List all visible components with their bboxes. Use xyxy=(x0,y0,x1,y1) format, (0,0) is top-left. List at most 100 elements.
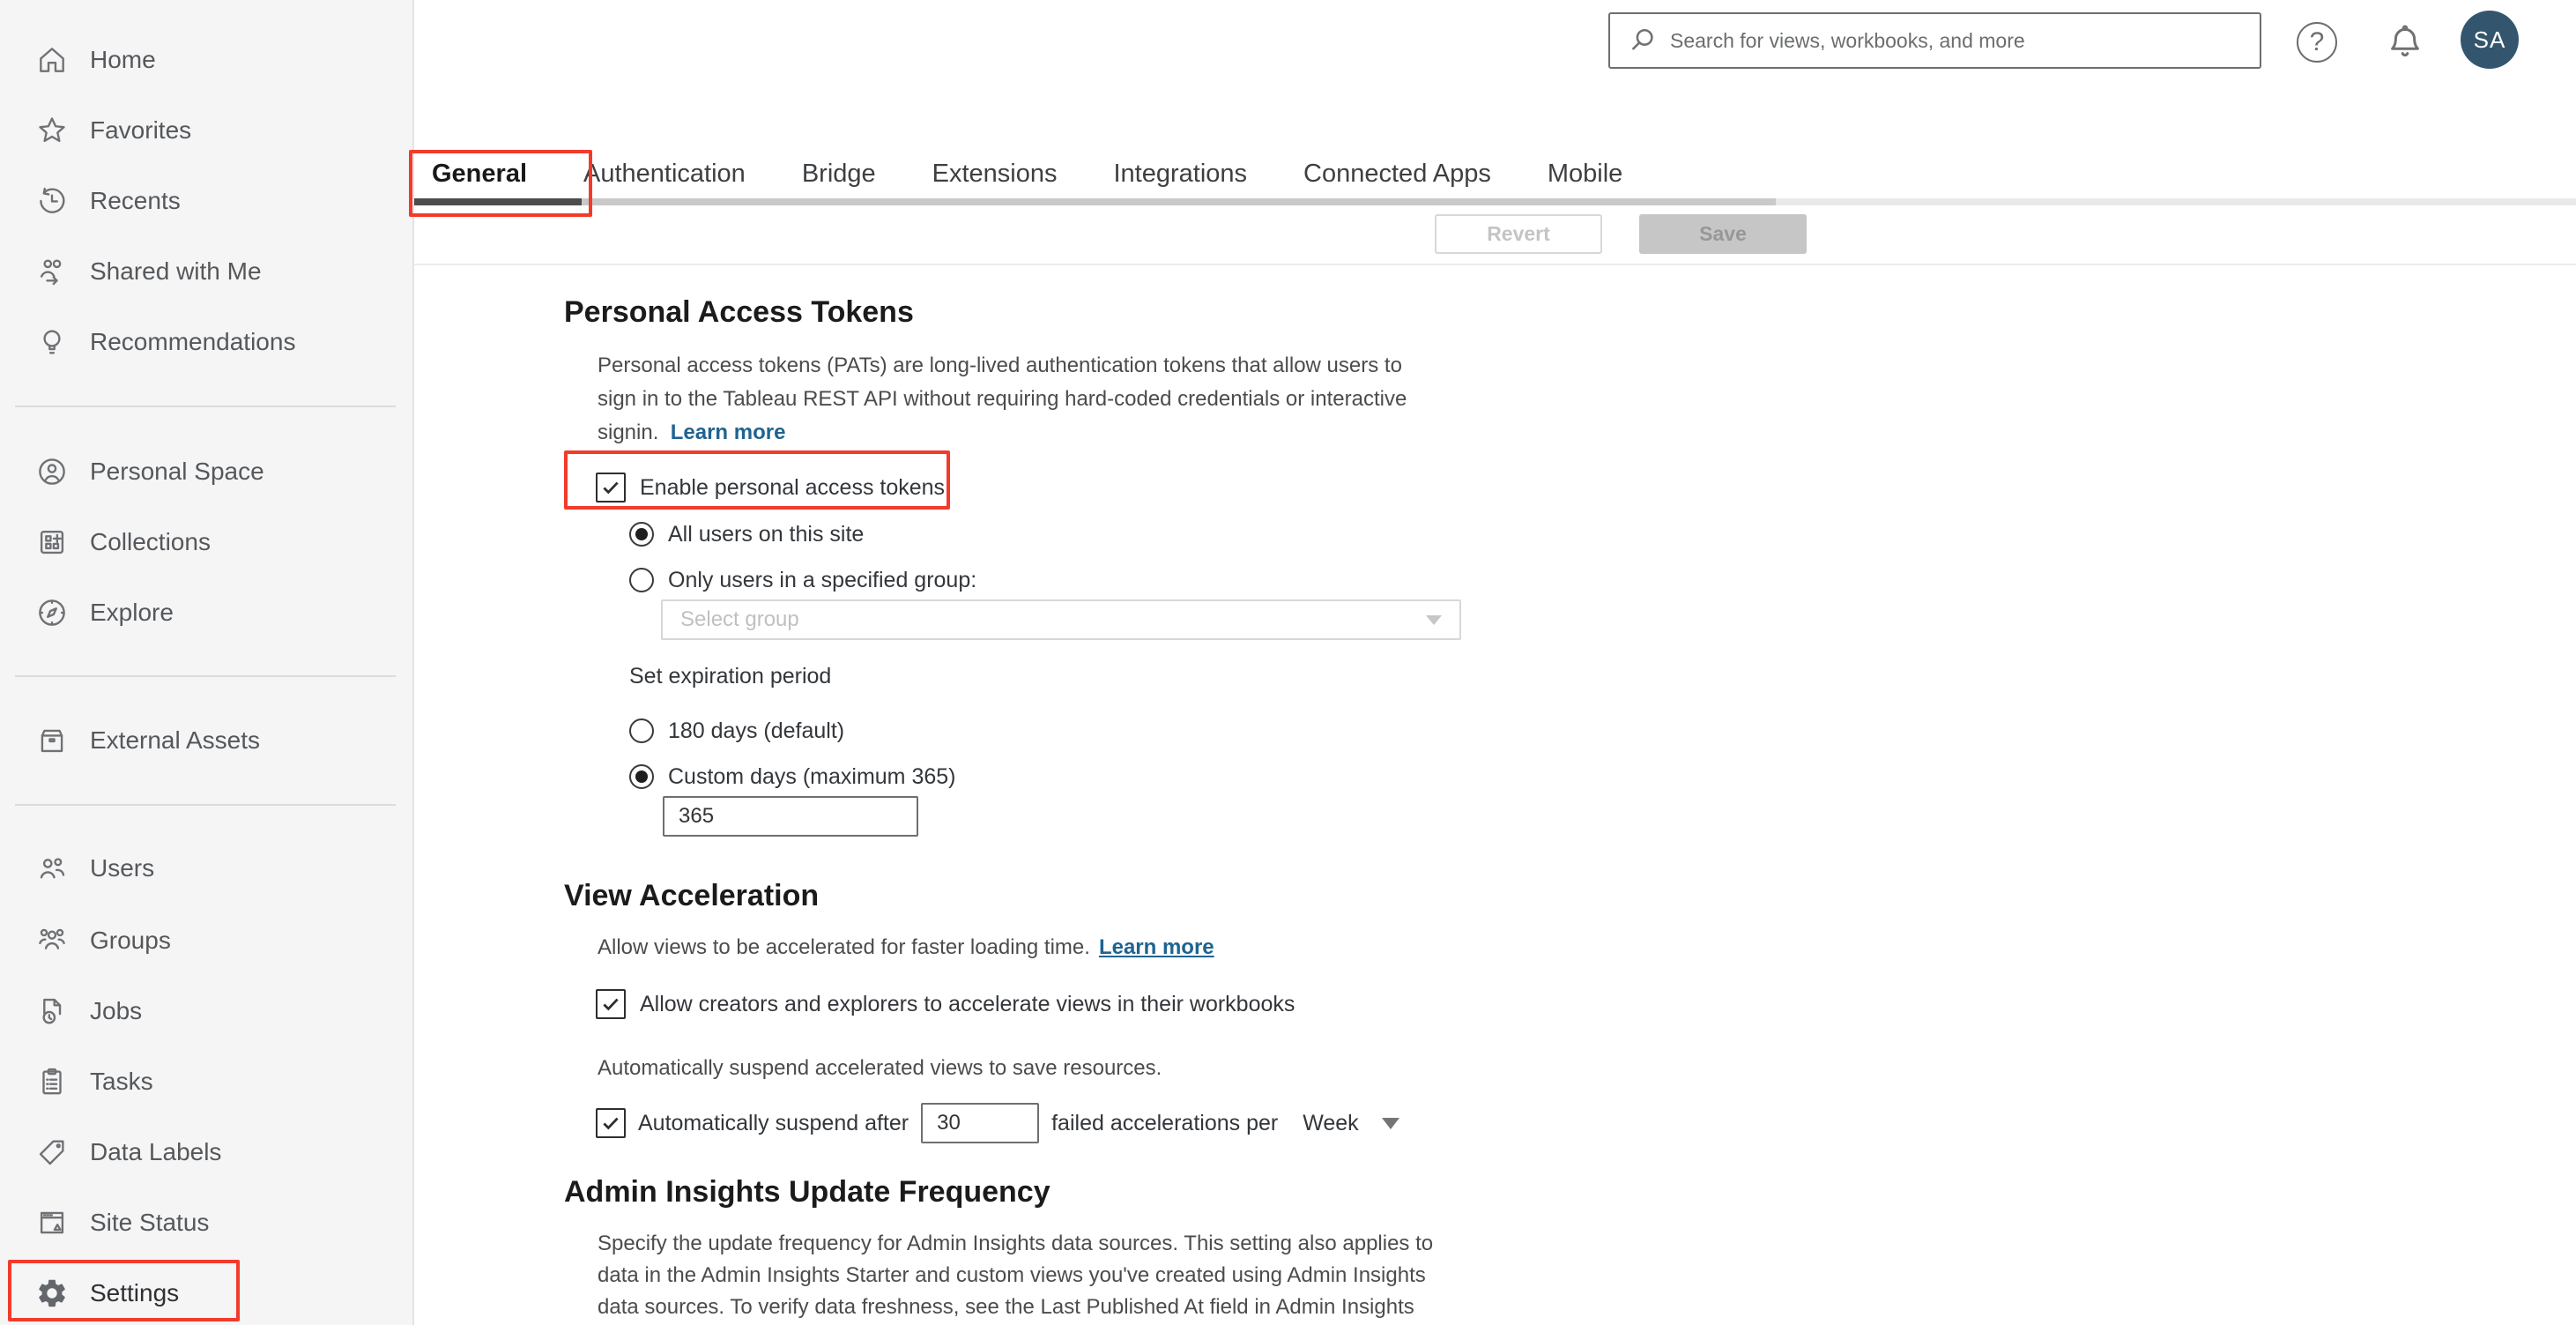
checkmark-icon xyxy=(603,481,619,495)
admin-insights-title: Admin Insights Update Frequency xyxy=(564,1175,1050,1209)
sidebar-item-site-status[interactable]: Site Status xyxy=(0,1187,412,1258)
person-circle-icon xyxy=(39,458,65,485)
sidebar-item-shared-with-me[interactable]: Shared with Me xyxy=(0,236,412,307)
pat-all-users-row: All users on this site xyxy=(629,514,864,555)
select-group-dropdown[interactable]: Select group xyxy=(661,599,1461,640)
pat-section-title: Personal Access Tokens xyxy=(564,295,914,329)
tab-connected-apps[interactable]: Connected Apps xyxy=(1303,160,1491,189)
tab-authentication[interactable]: Authentication xyxy=(583,160,746,189)
va-suspend-prefix: Automatically suspend after xyxy=(638,1110,909,1135)
sidebar-item-label: Site Status xyxy=(90,1209,210,1236)
all-users-label: All users on this site xyxy=(668,521,865,547)
sidebar-item-label: Data Labels xyxy=(90,1138,222,1165)
failed-accelerations-input[interactable] xyxy=(921,1103,1040,1143)
avatar[interactable]: SA xyxy=(2461,11,2519,69)
expiration-180-radio[interactable] xyxy=(629,718,654,743)
tableau-settings-page: Home Favorites Recents Shared with Me Re… xyxy=(0,0,2576,1325)
sidebar-item-tasks[interactable]: Tasks xyxy=(0,1046,412,1117)
sidebar-item-external-assets[interactable]: External Assets xyxy=(0,705,412,776)
custom-days-input[interactable] xyxy=(663,796,918,837)
expiration-custom-label: Custom days (maximum 365) xyxy=(668,763,956,789)
chevron-down-icon xyxy=(1426,614,1442,625)
expiration-label: Set expiration period xyxy=(629,663,832,689)
collections-grid-icon xyxy=(40,530,64,555)
pat-description: Personal access tokens (PATs) are long-l… xyxy=(598,349,1407,450)
va-suspend-row: Automatically suspend after failed accel… xyxy=(596,1103,1399,1143)
tab-underline-mid xyxy=(414,198,1776,205)
global-search[interactable] xyxy=(1608,12,2261,69)
sidebar-item-collections[interactable]: Collections xyxy=(0,507,412,577)
admin-description-line2: data in the Admin Insights Starter and c… xyxy=(598,1263,1426,1287)
expiration-180-label: 180 days (default) xyxy=(668,718,845,743)
search-input[interactable] xyxy=(1670,28,2260,53)
search-icon xyxy=(1632,28,1653,50)
sidebar-item-jobs[interactable]: Jobs xyxy=(0,976,412,1046)
sidebar-item-explore[interactable]: Explore xyxy=(0,577,412,648)
save-button[interactable]: Save xyxy=(1639,214,1807,254)
specified-group-label: Only users in a specified group: xyxy=(668,567,977,592)
help-button[interactable]: ? xyxy=(2297,22,2337,63)
enable-pat-checkbox[interactable] xyxy=(596,473,626,502)
sidebar-divider xyxy=(15,675,396,677)
pat-description-line2: sign in to the Tableau REST API without … xyxy=(598,387,1407,411)
archive-box-icon xyxy=(41,729,63,753)
tab-underline-track xyxy=(414,198,2576,205)
notifications-button[interactable] xyxy=(2384,19,2426,67)
sidebar: Home Favorites Recents Shared with Me Re… xyxy=(0,0,414,1325)
sidebar-item-recents[interactable]: Recents xyxy=(0,166,412,236)
sidebar-item-favorites[interactable]: Favorites xyxy=(0,95,412,166)
sidebar-item-personal-space[interactable]: Personal Space xyxy=(0,436,412,507)
sidebar-item-recommendations[interactable]: Recommendations xyxy=(0,307,412,377)
checkmark-icon xyxy=(603,1117,619,1130)
sidebar-item-home[interactable]: Home xyxy=(0,25,412,95)
va-intro-row: Allow views to be accelerated for faster… xyxy=(598,927,1214,968)
star-icon xyxy=(39,117,65,143)
sidebar-item-label: Settings xyxy=(90,1279,180,1306)
va-allow-label: Allow creators and explorers to accelera… xyxy=(640,991,1295,1016)
tab-extensions[interactable]: Extensions xyxy=(932,160,1058,189)
sidebar-item-settings[interactable]: Settings xyxy=(0,1258,412,1325)
tab-general[interactable]: General xyxy=(432,160,527,189)
revert-button[interactable]: Revert xyxy=(1435,214,1602,254)
suspend-period-dropdown[interactable]: Week xyxy=(1303,1111,1358,1136)
sidebar-divider xyxy=(15,406,396,407)
va-intro-text: Allow views to be accelerated for faster… xyxy=(598,935,1090,959)
avatar-initials: SA xyxy=(2473,26,2506,53)
pat-description-line3: signin. Learn more xyxy=(598,421,786,444)
site-status-window-icon xyxy=(40,1211,64,1234)
enable-pat-row: Enable personal access tokens xyxy=(596,467,945,508)
sidebar-item-label: Groups xyxy=(90,927,171,954)
pat-description-line1: Personal access tokens (PATs) are long-l… xyxy=(598,354,1402,377)
pat-learn-more-link[interactable]: Learn more xyxy=(671,421,786,444)
admin-description-line1: Specify the update frequency for Admin I… xyxy=(598,1232,1434,1255)
sidebar-item-users[interactable]: Users xyxy=(0,833,412,904)
tasks-clipboard-icon xyxy=(42,1068,62,1095)
expiration-custom-radio[interactable] xyxy=(629,764,654,789)
tab-integrations[interactable]: Integrations xyxy=(1114,160,1248,189)
sidebar-item-label: External Assets xyxy=(90,726,260,754)
toolbar-divider xyxy=(414,264,2576,265)
home-icon xyxy=(40,48,64,72)
jobs-document-clock-icon xyxy=(42,998,62,1024)
history-clock-icon xyxy=(40,187,65,213)
sidebar-item-label: Favorites xyxy=(90,116,192,144)
all-users-radio[interactable] xyxy=(629,522,654,547)
sidebar-item-groups[interactable]: Groups xyxy=(0,905,412,976)
pat-specified-group-row: Only users in a specified group: xyxy=(629,560,976,600)
tab-mobile[interactable]: Mobile xyxy=(1548,160,1622,189)
va-suspend-checkbox[interactable] xyxy=(596,1108,626,1138)
va-allow-row: Allow creators and explorers to accelera… xyxy=(596,984,1295,1024)
view-acceleration-title: View Acceleration xyxy=(564,879,820,912)
admin-insights-description: Specify the update frequency for Admin I… xyxy=(598,1228,1433,1323)
lightbulb-icon xyxy=(43,330,61,354)
specified-group-radio[interactable] xyxy=(629,568,654,592)
sidebar-item-label: Recents xyxy=(90,187,181,214)
active-tab-underline xyxy=(414,198,582,205)
settings-tab-bar: General Authentication Bridge Extensions… xyxy=(432,150,1622,198)
sidebar-item-data-labels[interactable]: Data Labels xyxy=(0,1117,412,1187)
va-learn-more-link[interactable]: Learn more xyxy=(1099,935,1214,960)
va-allow-checkbox[interactable] xyxy=(596,989,626,1019)
tab-bridge[interactable]: Bridge xyxy=(802,160,876,189)
chevron-down-icon[interactable] xyxy=(1381,1117,1399,1129)
bell-icon xyxy=(2391,25,2419,56)
